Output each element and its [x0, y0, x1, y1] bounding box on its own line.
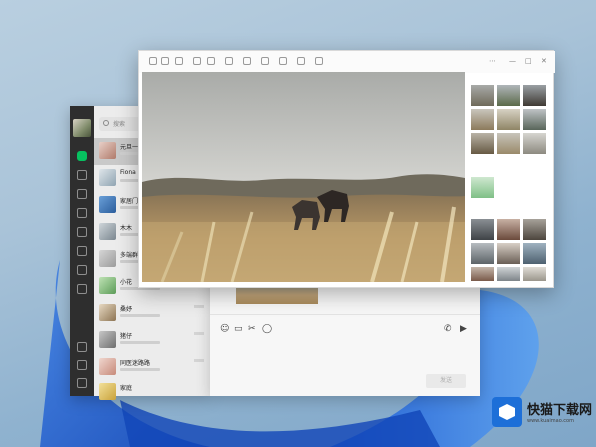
translate-icon[interactable]: [279, 57, 287, 65]
cube-icon: [499, 404, 515, 420]
chat-avatar: [99, 250, 116, 267]
chat-avatar: [99, 169, 116, 186]
emoji-icon[interactable]: ☺: [220, 324, 229, 334]
text-icon[interactable]: [261, 57, 269, 65]
chat-name: 小花: [120, 279, 133, 286]
chat-avatar: [99, 277, 116, 294]
channels-icon[interactable]: [77, 246, 87, 256]
thumbnail[interactable]: [497, 109, 520, 130]
folder-icon[interactable]: ▭: [234, 324, 243, 334]
chat-name: 家庭: [120, 385, 133, 392]
chat-item[interactable]: 桑妤: [94, 300, 210, 327]
mini-program-icon[interactable]: [77, 284, 87, 294]
thumbnail-panel: [471, 73, 551, 285]
site-logo: [492, 397, 522, 427]
chat-icon[interactable]: [77, 151, 87, 161]
download-icon[interactable]: [315, 57, 323, 65]
chat-avatar: [99, 304, 116, 321]
chat-avatar: [99, 383, 116, 400]
chat-name: 同医迷路路: [120, 360, 151, 367]
thumbnail[interactable]: [497, 267, 520, 281]
chat-avatar: [99, 142, 116, 159]
phone-icon[interactable]: [77, 342, 87, 352]
site-url: www.kuaimao.com: [527, 418, 574, 424]
site-watermark: 快猫下载网 www.kuaimao.com: [490, 394, 593, 432]
more-icon[interactable]: ⋯: [489, 57, 496, 65]
chat-name: Fiona: [120, 169, 136, 176]
pin-icon[interactable]: [149, 57, 157, 65]
chat-avatar: [99, 358, 116, 375]
zoom-out-icon[interactable]: [161, 57, 169, 65]
search-icon[interactable]: [77, 265, 87, 275]
main-photo[interactable]: [142, 72, 465, 282]
scissors-icon[interactable]: ✂: [248, 324, 256, 334]
rotate-icon[interactable]: [207, 57, 215, 65]
chat-name: 桑妤: [120, 306, 133, 313]
thumbnail[interactable]: [523, 243, 546, 264]
phone-call-icon[interactable]: ✆: [444, 324, 452, 334]
favorites-icon[interactable]: [77, 189, 87, 199]
thumbnail[interactable]: [497, 85, 520, 106]
thumbnail[interactable]: [471, 267, 494, 281]
viewer-toolbar: ⋯ — □ ✕: [139, 51, 555, 73]
thumbnail[interactable]: [497, 243, 520, 264]
video-call-icon[interactable]: ▶: [460, 324, 467, 334]
image-viewer-window: ⋯ — □ ✕: [138, 50, 555, 288]
chat-item[interactable]: 猪仔: [94, 327, 210, 354]
thumbnail[interactable]: [497, 219, 520, 240]
chat-name: 家居门: [120, 198, 139, 205]
site-name: 快猫下载网: [527, 403, 593, 418]
crop-icon[interactable]: [225, 57, 233, 65]
zoom-in-icon[interactable]: [193, 57, 201, 65]
chat-item[interactable]: 同医迷路路: [94, 354, 210, 381]
menu-icon[interactable]: [77, 378, 87, 388]
contacts-icon[interactable]: [77, 170, 87, 180]
files-icon[interactable]: [77, 208, 87, 218]
maximize-icon[interactable]: □: [525, 57, 532, 65]
thumbnail[interactable]: [523, 219, 546, 240]
user-avatar[interactable]: [73, 119, 91, 137]
zoom-level-icon[interactable]: [175, 57, 183, 65]
chat-name: 元旦一: [120, 144, 139, 151]
thumbnail[interactable]: [471, 219, 494, 240]
minimize-icon[interactable]: —: [509, 57, 516, 65]
chat-bubble-icon[interactable]: ◯: [262, 324, 272, 334]
chat-avatar: [99, 196, 116, 213]
chat-avatar: [99, 331, 116, 348]
thumbnail[interactable]: [523, 85, 546, 106]
search-icon: [103, 120, 109, 126]
thumbnail[interactable]: [497, 133, 520, 154]
send-button[interactable]: 发送: [426, 374, 466, 388]
thumbnail[interactable]: [523, 267, 546, 281]
thumbnail[interactable]: [471, 243, 494, 264]
chat-name: 木木: [120, 225, 133, 232]
thumbnail[interactable]: [471, 109, 494, 130]
chat-name: 猪仔: [120, 333, 133, 340]
chat-avatar: [99, 223, 116, 240]
chat-item[interactable]: 家庭: [94, 379, 210, 406]
thumbnail[interactable]: [523, 109, 546, 130]
thumbnail[interactable]: [471, 177, 494, 198]
thumbnail[interactable]: [523, 133, 546, 154]
close-icon[interactable]: ✕: [541, 57, 547, 65]
thumbnail[interactable]: [471, 133, 494, 154]
settings-icon[interactable]: [77, 360, 87, 370]
moments-icon[interactable]: [77, 227, 87, 237]
search-placeholder: 搜索: [113, 121, 126, 128]
chat-name: 多端群: [120, 252, 139, 259]
share-icon[interactable]: [297, 57, 305, 65]
wechat-sidebar: [70, 106, 94, 396]
thumbnail[interactable]: [471, 85, 494, 106]
edit-icon[interactable]: [243, 57, 251, 65]
